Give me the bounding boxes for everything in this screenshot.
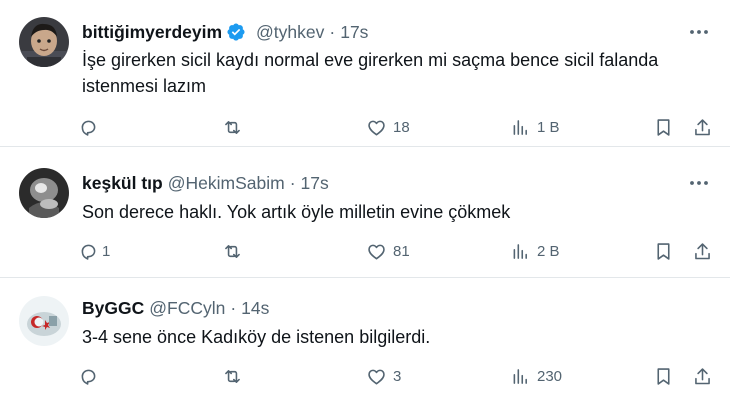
avatar[interactable] [19, 296, 69, 346]
user-handle[interactable]: @FCCyln [149, 298, 225, 319]
tweet-actions: 1 81 2 B [0, 239, 730, 263]
display-name[interactable]: bittiğimyerdeyim [82, 22, 222, 43]
reply-icon [78, 241, 99, 262]
share-button[interactable] [692, 239, 713, 263]
timestamp[interactable]: 17s [340, 22, 368, 43]
reply-icon [78, 117, 99, 138]
share-icon [692, 117, 713, 138]
bookmark-button[interactable] [653, 239, 674, 263]
tweet[interactable]: bittiğimyerdeyim @tyhkev · 17s İşe girer… [0, 0, 730, 146]
bookmark-button[interactable] [653, 115, 674, 139]
like-button[interactable]: 18 [366, 115, 410, 139]
bookmark-icon [653, 117, 674, 138]
reply-count: 1 [102, 242, 111, 260]
separator-dot: · [230, 297, 237, 318]
avatar[interactable] [19, 17, 69, 67]
tweet[interactable]: ByGGC @FCCyln · 14s 3-4 sene önce Kadıkö… [0, 278, 730, 420]
reply-button[interactable]: 1 [78, 239, 110, 263]
avatar[interactable] [19, 168, 69, 218]
more-icon[interactable] [688, 22, 710, 42]
like-button[interactable]: 3 [366, 364, 401, 388]
tweet-text-line: İşe girerken sicil kaydı normal eve gire… [82, 50, 659, 70]
tweet-actions: 3 230 [0, 364, 730, 388]
user-handle[interactable]: @HekimSabim [168, 173, 285, 194]
tweet-text: İşe girerken sicil kaydı normal eve gire… [82, 47, 702, 99]
tweet-feed: bittiğimyerdeyim @tyhkev · 17s İşe girer… [0, 0, 730, 420]
views-button[interactable]: 1 B [510, 115, 560, 139]
tweet-text-line: 3-4 sene önce Kadıköy de istenen bilgile… [82, 327, 431, 347]
display-name[interactable]: ByGGC [82, 298, 144, 319]
retweet-icon [222, 241, 243, 262]
more-icon[interactable] [688, 173, 710, 193]
share-icon [692, 366, 713, 387]
view-count: 2 B [537, 242, 560, 260]
view-count: 230 [537, 367, 563, 385]
heart-icon [366, 117, 387, 138]
retweet-button[interactable] [222, 364, 249, 388]
timestamp[interactable]: 14s [241, 298, 269, 319]
views-button[interactable]: 230 [510, 364, 562, 388]
bookmark-icon [653, 241, 674, 262]
views-icon [510, 117, 531, 138]
user-handle[interactable]: @tyhkev [256, 22, 324, 43]
bookmark-icon [653, 366, 674, 387]
heart-icon [366, 366, 387, 387]
separator-dot: · [329, 21, 336, 42]
share-button[interactable] [692, 364, 713, 388]
retweet-icon [222, 117, 243, 138]
tweet-text: 3-4 sene önce Kadıköy de istenen bilgile… [82, 324, 702, 350]
timestamp[interactable]: 17s [301, 173, 329, 194]
reply-button[interactable] [78, 115, 105, 139]
tweet-text: Son derece haklı. Yok artık öyle milleti… [82, 199, 702, 225]
views-icon [510, 241, 531, 262]
retweet-button[interactable] [222, 115, 249, 139]
reply-button[interactable] [78, 364, 105, 388]
heart-icon [366, 241, 387, 262]
like-button[interactable]: 81 [366, 239, 410, 263]
views-icon [510, 366, 531, 387]
share-button[interactable] [692, 115, 713, 139]
verified-badge-icon [226, 22, 246, 42]
views-button[interactable]: 2 B [510, 239, 560, 263]
bookmark-button[interactable] [653, 364, 674, 388]
like-count: 3 [393, 367, 402, 385]
like-count: 81 [393, 242, 410, 260]
tweet[interactable]: keşkül tıp @HekimSabim · 17s Son derece … [0, 147, 730, 277]
tweet-text-line: istenmesi lazım [82, 76, 207, 96]
retweet-button[interactable] [222, 239, 249, 263]
tweet-actions: 18 1 B [0, 115, 730, 139]
share-icon [692, 241, 713, 262]
tweet-text-line: Son derece haklı. Yok artık öyle milleti… [82, 202, 511, 222]
retweet-icon [222, 366, 243, 387]
display-name[interactable]: keşkül tıp [82, 173, 163, 194]
view-count: 1 B [537, 118, 560, 136]
reply-icon [78, 366, 99, 387]
like-count: 18 [393, 118, 410, 136]
separator-dot: · [289, 172, 296, 193]
